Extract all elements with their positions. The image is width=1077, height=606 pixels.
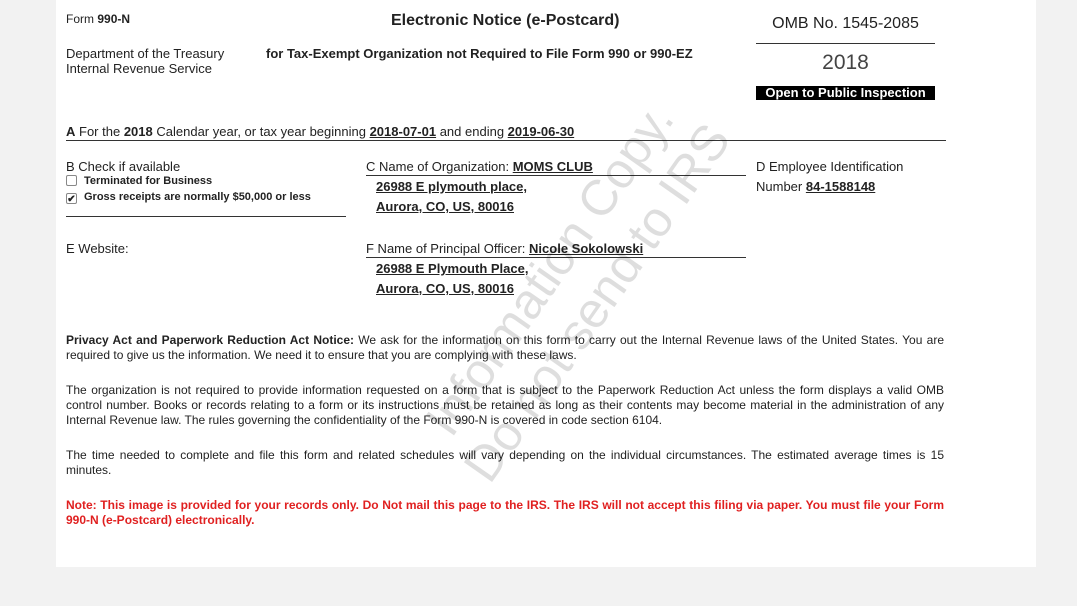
section-c: C Name of Organization: MOMS CLUB (366, 159, 593, 174)
section-b-divider (66, 216, 346, 217)
org-address-1: 26988 E plymouth place, (376, 179, 528, 194)
form-number-value: 990-N (97, 12, 131, 26)
ein-value: 84-1588148 (805, 179, 876, 194)
officer-label: F Name of Principal Officer: (366, 241, 526, 256)
section-c-divider (366, 175, 746, 176)
form-prefix: Form (66, 12, 94, 26)
officer-address-2: Aurora, CO, US, 80016 (376, 281, 514, 296)
checkbox-gross-receipts[interactable]: ✔ (66, 193, 77, 205)
section-f-divider (366, 257, 746, 258)
section-f: F Name of Principal Officer: Nicole Soko… (366, 241, 643, 256)
tax-year: 2018 (822, 51, 869, 74)
header-divider (756, 43, 935, 44)
section-a-text-3: and ending (439, 124, 505, 139)
tax-year-end: 2019-06-30 (507, 124, 575, 139)
form-subtitle: for Tax-Exempt Organization not Required… (266, 46, 693, 61)
tax-year-begin: 2018-07-01 (369, 124, 437, 139)
checkbox-row-gross-receipts[interactable]: ✔ Gross receipts are normally $50,000 or … (66, 191, 311, 205)
omb-number: OMB No. 1545-2085 (772, 15, 919, 32)
time-notice: The time needed to complete and file thi… (66, 448, 944, 477)
checkbox-row-terminated[interactable]: Terminated for Business (66, 175, 212, 187)
department-line-2: Internal Revenue Service (66, 61, 212, 76)
paperwork-notice: The organization is not required to prov… (66, 383, 944, 427)
section-a-year: 2018 (123, 124, 153, 139)
form-title: Electronic Notice (e-Postcard) (391, 12, 620, 29)
section-a-divider (66, 140, 946, 141)
privacy-notice: Privacy Act and Paperwork Reduction Act … (66, 333, 944, 363)
form-number: Form 990-N (66, 12, 130, 26)
website-label: E Website: (66, 241, 129, 256)
section-b-label: B Check if available (66, 159, 181, 174)
section-a-text-1: For the (79, 124, 121, 139)
section-a: A For the 2018 Calendar year, or tax yea… (66, 124, 574, 139)
org-address-2: Aurora, CO, US, 80016 (376, 199, 514, 214)
ein-number-label: Number (756, 179, 803, 194)
mail-warning-note: Note: This image is provided for your re… (66, 498, 944, 527)
org-name-label: C Name of Organization: (366, 159, 510, 174)
privacy-notice-title: Privacy Act and Paperwork Reduction Act … (66, 333, 355, 347)
public-inspection-badge: Open to Public Inspection (756, 86, 935, 100)
checkbox-terminated-label: Terminated for Business (84, 175, 213, 187)
checkbox-gross-receipts-label: Gross receipts are normally $50,000 or l… (84, 191, 311, 203)
section-a-text-2: Calendar year, or tax year beginning (156, 124, 366, 139)
section-a-letter: A (66, 124, 76, 139)
officer-address-1: 26988 E Plymouth Place, (376, 261, 529, 276)
ein-label: D Employee Identification (756, 159, 904, 174)
checkbox-terminated[interactable] (66, 175, 77, 186)
officer-name: Nicole Sokolowski (529, 241, 644, 256)
org-name: MOMS CLUB (512, 159, 593, 174)
ein-row: Number 84-1588148 (756, 179, 875, 194)
department-line-1: Department of the Treasury (66, 46, 225, 61)
form-page: Form 990-N Electronic Notice (e-Postcard… (56, 0, 1036, 567)
